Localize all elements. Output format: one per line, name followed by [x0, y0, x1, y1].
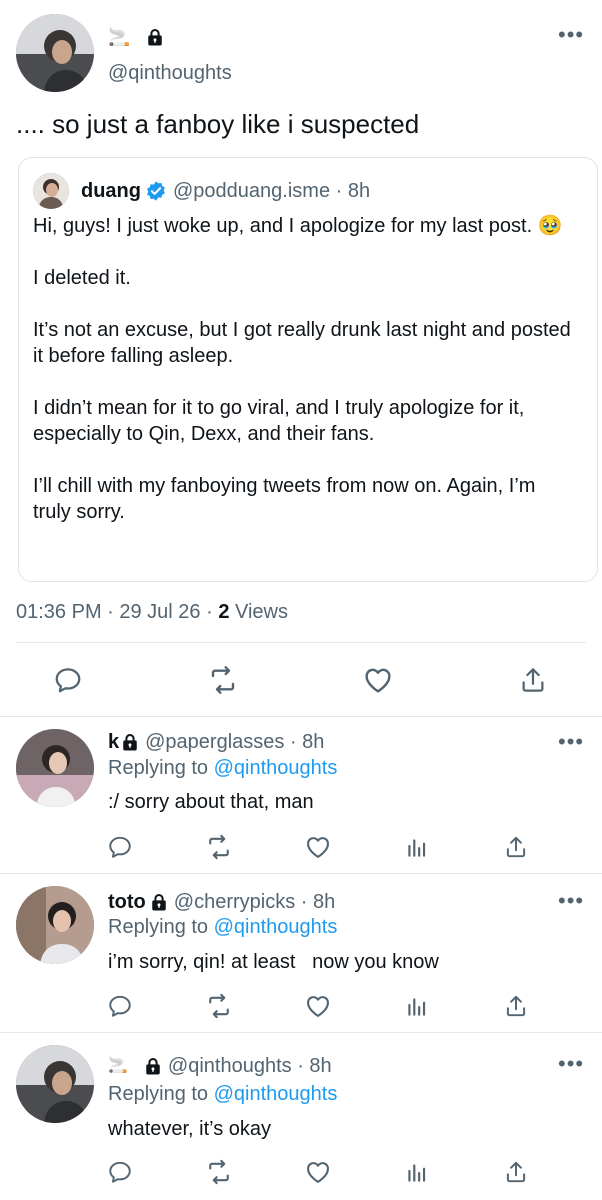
avatar[interactable] — [16, 886, 94, 964]
quoted-paragraph: It’s not an excuse, but I got really dru… — [33, 319, 571, 367]
main-action-bar — [0, 660, 602, 700]
quoted-tweet[interactable]: duang @podduang.isme · 8h Hi, guys! I ju… — [18, 157, 598, 582]
reply-author: toto @cherrypicks · 8h — [108, 890, 335, 914]
lock-icon — [144, 1057, 162, 1075]
more-icon[interactable]: ••• — [558, 1053, 584, 1075]
reply-text: :/ sorry about that, man — [108, 791, 314, 813]
heart-icon — [304, 992, 332, 1020]
replying-to: Replying to @qinthoughts — [108, 1082, 337, 1106]
heart-icon — [304, 1158, 332, 1186]
views-button[interactable] — [397, 1152, 437, 1192]
reply-author: k @paperglasses · 8h — [108, 730, 324, 754]
user-name-emoji: 🚬 — [108, 27, 131, 47]
reply-button[interactable] — [48, 660, 88, 700]
reply-icon — [107, 834, 133, 860]
replying-prefix: Replying to — [108, 1083, 214, 1105]
share-button[interactable] — [496, 986, 536, 1026]
quoted-body: Hi, guys! I just woke up, and I apologiz… — [33, 213, 573, 525]
timestamp[interactable]: 01:36 PM · 29 Jul 26 · — [16, 601, 218, 623]
reply-tweet[interactable]: k @paperglasses · 8h ••• Replying to @qi… — [0, 717, 602, 873]
quoted-handle-time: @podduang.isme · 8h — [173, 180, 371, 202]
replying-to-link[interactable]: @qinthoughts — [214, 757, 338, 779]
retweet-icon — [205, 992, 233, 1020]
more-icon[interactable]: ••• — [558, 24, 584, 46]
reply-action-bar — [0, 986, 602, 1026]
retweet-button[interactable] — [199, 827, 239, 867]
lock-icon — [146, 28, 164, 46]
tweet-meta: 01:36 PM · 29 Jul 26 · 2 Views — [16, 600, 288, 624]
reply-tweet[interactable]: toto @cherrypicks · 8h ••• Replying to @… — [0, 874, 602, 1032]
user-name[interactable]: 🚬 — [108, 26, 164, 48]
like-button[interactable] — [298, 986, 338, 1026]
share-icon — [518, 665, 548, 695]
retweet-button[interactable] — [199, 986, 239, 1026]
like-button[interactable] — [298, 827, 338, 867]
user-handle[interactable]: @qinthoughts — [108, 62, 232, 85]
reply-action-bar — [0, 827, 602, 867]
reply-handle-time[interactable]: @cherrypicks · 8h — [174, 890, 335, 914]
views-button[interactable] — [397, 827, 437, 867]
replying-to: Replying to @qinthoughts — [108, 915, 337, 939]
reply-name[interactable]: 🚬 — [108, 1054, 128, 1078]
reply-button[interactable] — [100, 1152, 140, 1192]
quoted-author: duang @podduang.isme · 8h — [81, 178, 370, 204]
share-icon — [503, 993, 529, 1019]
reply-text: i’m sorry, qin! at least now you know — [108, 951, 439, 973]
share-button[interactable] — [513, 660, 553, 700]
like-button[interactable] — [298, 1152, 338, 1192]
replying-to: Replying to @qinthoughts — [108, 756, 337, 780]
quoted-avatar — [33, 173, 69, 209]
reply-action-bar — [0, 1152, 602, 1192]
reply-name[interactable]: toto — [108, 890, 146, 914]
retweet-icon — [207, 664, 239, 696]
verified-badge-icon — [145, 180, 167, 202]
tweet-text: .... so just a fanboy like i suspected — [16, 109, 420, 139]
share-icon — [503, 1159, 529, 1185]
replying-prefix: Replying to — [108, 757, 214, 779]
reply-tweet[interactable]: 🚬 @qinthoughts · 8h ••• Replying to @qin… — [0, 1033, 602, 1200]
retweet-icon — [205, 833, 233, 861]
avatar[interactable] — [16, 14, 94, 92]
share-button[interactable] — [496, 827, 536, 867]
reply-text: whatever, it’s okay — [108, 1118, 272, 1140]
views-label: Views — [229, 601, 288, 623]
quoted-paragraph: I’ll chill with my fanboying tweets from… — [33, 475, 536, 523]
replying-to-link[interactable]: @qinthoughts — [214, 1083, 338, 1105]
more-icon[interactable]: ••• — [558, 890, 584, 912]
retweet-button[interactable] — [203, 660, 243, 700]
share-icon — [503, 834, 529, 860]
views-count: 2 — [218, 601, 230, 623]
quoted-paragraph: I didn’t mean for it to go viral, and I … — [33, 397, 525, 445]
quoted-name: duang — [81, 180, 141, 202]
replying-prefix: Replying to — [108, 916, 214, 938]
reply-name[interactable]: k — [108, 730, 119, 754]
replying-to-link[interactable]: @qinthoughts — [214, 916, 338, 938]
heart-icon — [362, 664, 394, 696]
reply-icon — [107, 993, 133, 1019]
quoted-paragraph: Hi, guys! I just woke up, and I apologiz… — [33, 215, 563, 237]
reply-handle-time[interactable]: @qinthoughts · 8h — [168, 1054, 332, 1078]
reply-handle-time[interactable]: @paperglasses · 8h — [145, 730, 324, 754]
lock-icon — [150, 893, 168, 911]
reply-button[interactable] — [100, 827, 140, 867]
views-icon — [404, 834, 430, 860]
avatar[interactable] — [16, 1045, 94, 1123]
reply-author: 🚬 @qinthoughts · 8h — [108, 1054, 332, 1078]
more-icon[interactable]: ••• — [558, 731, 584, 753]
retweet-button[interactable] — [199, 1152, 239, 1192]
divider — [16, 642, 586, 643]
lock-icon — [121, 733, 139, 751]
avatar[interactable] — [16, 729, 94, 807]
reply-button[interactable] — [100, 986, 140, 1026]
views-icon — [404, 993, 430, 1019]
reply-icon — [107, 1159, 133, 1185]
retweet-icon — [205, 1158, 233, 1186]
views-button[interactable] — [397, 986, 437, 1026]
share-button[interactable] — [496, 1152, 536, 1192]
quoted-paragraph: I deleted it. — [33, 267, 131, 289]
heart-icon — [304, 833, 332, 861]
views-icon — [404, 1159, 430, 1185]
reply-icon — [53, 665, 83, 695]
like-button[interactable] — [358, 660, 398, 700]
